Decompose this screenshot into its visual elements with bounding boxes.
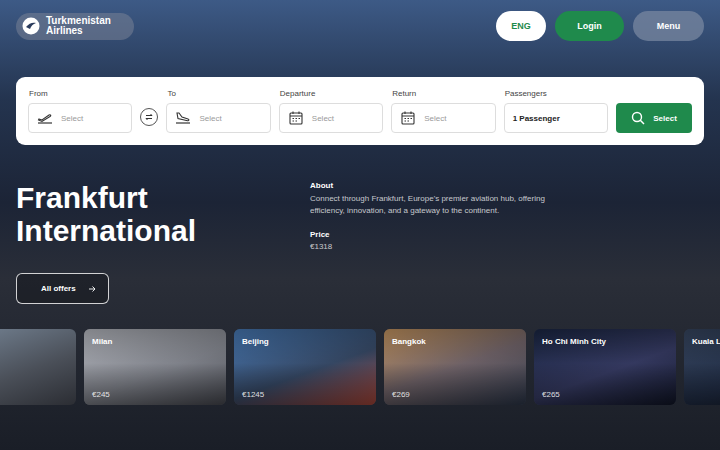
search-field: From Select <box>28 89 132 133</box>
hero-left: Frankfurt International All offers <box>16 181 290 323</box>
field-placeholder: Select <box>424 114 446 123</box>
about-label: About <box>310 181 560 190</box>
price-value: €1318 <box>310 242 560 251</box>
calendar-icon <box>288 110 304 126</box>
destination-name: Ho Chi Minh City <box>542 337 668 346</box>
hero-info: About Connect through Frankfurt, Europe's… <box>310 181 560 323</box>
hero-title: Frankfurt International <box>16 181 290 247</box>
field-placeholder: Select <box>199 114 221 123</box>
search-field: Return Select <box>391 89 495 133</box>
field-placeholder: Select <box>61 114 83 123</box>
calendar-icon <box>400 110 416 126</box>
destination-card[interactable]: Bangkok €269 <box>384 329 526 405</box>
search-button-label: Select <box>653 114 677 123</box>
search-field: Departure Select <box>279 89 383 133</box>
search-icon <box>631 111 645 125</box>
price-label: Price <box>310 230 560 239</box>
search-button[interactable]: Select <box>616 103 692 133</box>
search-field: To Select <box>166 89 270 133</box>
about-text: Connect through Frankfurt, Europe's prem… <box>310 193 560 218</box>
destination-price: €269 <box>392 390 518 399</box>
field-value: 1 Passenger <box>513 114 560 123</box>
all-offers-button[interactable]: All offers <box>16 273 109 304</box>
landing-icon <box>175 110 191 126</box>
field-label: Return <box>391 89 495 98</box>
field-input[interactable]: 1 Passenger <box>504 103 608 133</box>
arrow-right-icon <box>88 285 96 293</box>
destination-name: Milan <box>92 337 218 346</box>
all-offers-label: All offers <box>41 284 76 293</box>
field-label: From <box>28 89 132 98</box>
search-panel: From Select To Select Departure Select Return S… <box>16 77 704 145</box>
field-input[interactable]: Select <box>391 103 495 133</box>
language-button[interactable]: ENG <box>496 11 546 41</box>
field-input[interactable]: Select <box>166 103 270 133</box>
login-button[interactable]: Login <box>555 11 624 41</box>
field-input[interactable]: Select <box>28 103 132 133</box>
hero: Frankfurt International All offers About Co… <box>0 145 720 323</box>
destination-card[interactable] <box>0 329 76 405</box>
destination-card[interactable]: Beijing €1245 <box>234 329 376 405</box>
destination-name: Beijing <box>242 337 368 346</box>
destination-card[interactable]: Kuala L <box>684 329 720 405</box>
field-label: Departure <box>279 89 383 98</box>
logo[interactable]: Turkmenistan Airlines <box>16 13 134 40</box>
logo-text: Turkmenistan Airlines <box>46 16 122 37</box>
field-label: Passengers <box>504 89 608 98</box>
field-label: To <box>166 89 270 98</box>
destination-price: €265 <box>542 390 668 399</box>
swap-arrows-icon <box>144 112 154 122</box>
destination-price: €1245 <box>242 390 368 399</box>
field-placeholder: Select <box>312 114 334 123</box>
swap-button[interactable] <box>140 108 158 126</box>
destination-name: Bangkok <box>392 337 518 346</box>
search-field: Passengers 1 Passenger <box>504 89 608 133</box>
destination-card[interactable]: Ho Chi Minh City €265 <box>534 329 676 405</box>
field-input[interactable]: Select <box>279 103 383 133</box>
destination-name: Kuala L <box>692 337 720 346</box>
header: Turkmenistan Airlines ENG Login Menu <box>0 0 720 41</box>
menu-button[interactable]: Menu <box>633 11 704 41</box>
airline-logo-icon <box>22 17 40 35</box>
destination-price: €245 <box>92 390 218 399</box>
takeoff-icon <box>37 110 53 126</box>
destination-strip: Milan €245 Beijing €1245 Bangkok €269 Ho Chi M… <box>0 329 720 405</box>
destination-card[interactable]: Milan €245 <box>84 329 226 405</box>
